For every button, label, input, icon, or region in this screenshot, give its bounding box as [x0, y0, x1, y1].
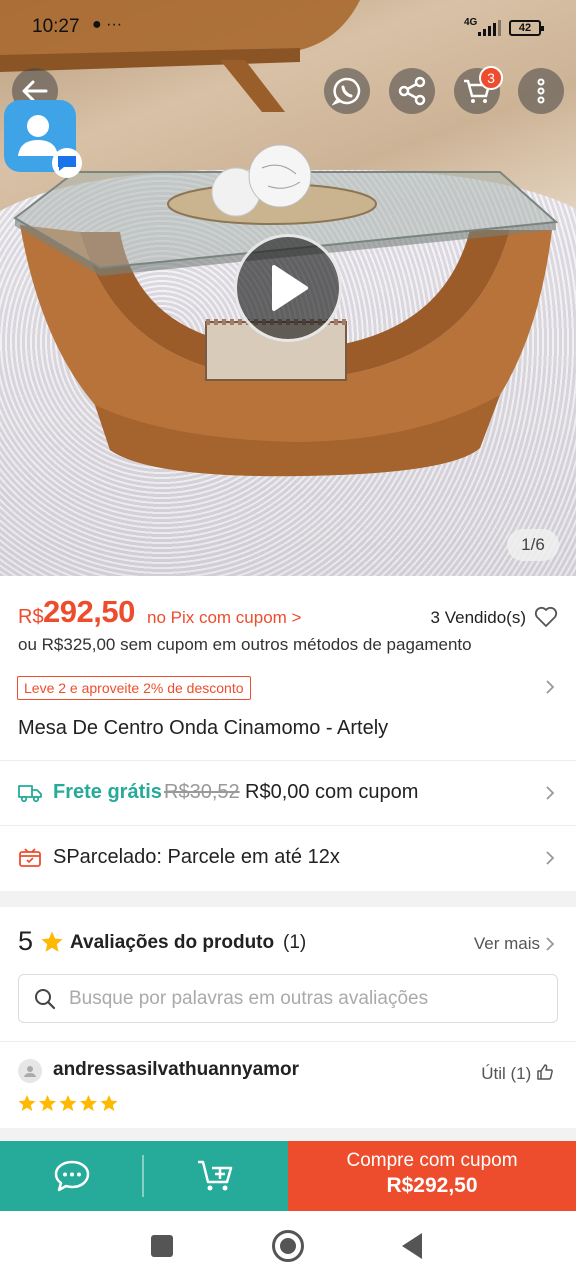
- whatsapp-icon: [332, 77, 361, 106]
- chevron-right-icon: [546, 851, 555, 865]
- buy-button-label: Compre com cupom: [346, 1150, 518, 1171]
- price-row: R$ 292,50 no Pix com cupom > 3 Vendido(s…: [18, 594, 558, 634]
- installments-row[interactable]: SParcelado: Parcele em até 12x: [0, 826, 576, 890]
- section-gap: [0, 891, 576, 907]
- network-type: 4G: [464, 17, 478, 28]
- system-navigation-bar: [0, 1211, 576, 1280]
- shipping-old-price: R$30,52: [164, 781, 240, 803]
- rating-value: 5: [18, 926, 34, 956]
- avatar: [18, 1059, 42, 1083]
- shipping-row[interactable]: Frete grátis R$30,52 R$0,00 com cupom: [0, 761, 576, 825]
- buy-with-coupon-button[interactable]: Compre com cupom R$292,50: [288, 1141, 576, 1211]
- signal-icon: [478, 20, 504, 36]
- thumbs-up-icon: [537, 1064, 553, 1080]
- play-icon: [272, 265, 308, 311]
- star-icon: [41, 931, 63, 952]
- message-bubble-icon: [52, 148, 82, 178]
- chevron-right-icon[interactable]: [543, 937, 557, 951]
- buy-button-price: R$292,50: [386, 1174, 478, 1197]
- helpful-button[interactable]: Útil (1): [481, 1063, 554, 1084]
- price-value: 292,50: [43, 594, 135, 629]
- chevron-right-icon: [546, 786, 555, 800]
- heart-icon[interactable]: [534, 606, 558, 628]
- play-video-button[interactable]: [234, 234, 342, 342]
- more-options-button[interactable]: [518, 68, 564, 114]
- reviews-header: 5 Avaliações do produto (1) Ver mais: [0, 920, 576, 968]
- truck-icon: [18, 785, 42, 803]
- status-bar: 10:27 ● ··· 4G 42: [0, 0, 576, 56]
- battery-icon: 42: [509, 20, 544, 36]
- review-search-input[interactable]: [69, 975, 549, 1022]
- whatsapp-share-button[interactable]: [324, 68, 370, 114]
- search-icon: [35, 989, 56, 1010]
- bottom-action-bar: Compre com cupom R$292,50: [0, 1141, 576, 1211]
- reviews-count: (1): [283, 932, 307, 953]
- more-vertical-icon: [537, 78, 545, 104]
- share-button[interactable]: [389, 68, 435, 114]
- share-icon: [398, 76, 426, 106]
- helpful-label: Útil (1): [481, 1064, 532, 1083]
- review-stars: [17, 1094, 119, 1114]
- user-icon: [24, 1066, 36, 1077]
- home-button[interactable]: [272, 1230, 304, 1262]
- sold-count: 3 Vendido(s): [430, 608, 526, 627]
- promo-tag[interactable]: Leve 2 e aproveite 2% de desconto: [17, 676, 251, 700]
- chevron-right-icon[interactable]: [543, 680, 557, 694]
- installment-card-icon: [19, 848, 41, 867]
- pix-coupon-link[interactable]: no Pix com cupom >: [147, 608, 302, 628]
- image-page-indicator: 1/6: [507, 529, 559, 561]
- reviews-title: Avaliações do produto: [70, 932, 275, 953]
- price-currency: R$: [18, 606, 44, 628]
- product-image-gallery[interactable]: 10:27 ● ··· 4G 42 3 1/6: [0, 0, 576, 576]
- chat-icon: [54, 1160, 90, 1192]
- free-shipping-label: Frete grátis: [53, 781, 162, 803]
- add-to-cart-icon: [198, 1160, 233, 1191]
- section-gap: [0, 1128, 576, 1141]
- shipping-new-price: R$0,00 com cupom: [245, 781, 419, 803]
- cart-count-badge: 3: [479, 66, 503, 90]
- product-title: Mesa De Centro Onda Cinamomo - Artely: [18, 717, 389, 739]
- recent-apps-button[interactable]: [151, 1235, 173, 1257]
- add-to-cart-button[interactable]: [144, 1141, 288, 1211]
- system-back-button[interactable]: [402, 1233, 422, 1259]
- installments-text: SParcelado: Parcele em até 12x: [53, 846, 340, 868]
- alt-price-text: ou R$325,00 sem cupom em outros métodos …: [18, 635, 472, 654]
- see-more-link[interactable]: Ver mais: [474, 934, 540, 954]
- status-notification-icons: ● ···: [92, 16, 123, 33]
- review-username: andressasilvathuannyamor: [53, 1059, 300, 1080]
- review-search-box[interactable]: [18, 974, 558, 1023]
- five-stars-icon: [18, 1095, 118, 1111]
- contact-app-shortcut[interactable]: [4, 100, 82, 178]
- review-item: andressasilvathuannyamor Útil (1): [0, 1042, 576, 1126]
- status-time: 10:27: [32, 16, 80, 37]
- chat-button[interactable]: [0, 1141, 144, 1211]
